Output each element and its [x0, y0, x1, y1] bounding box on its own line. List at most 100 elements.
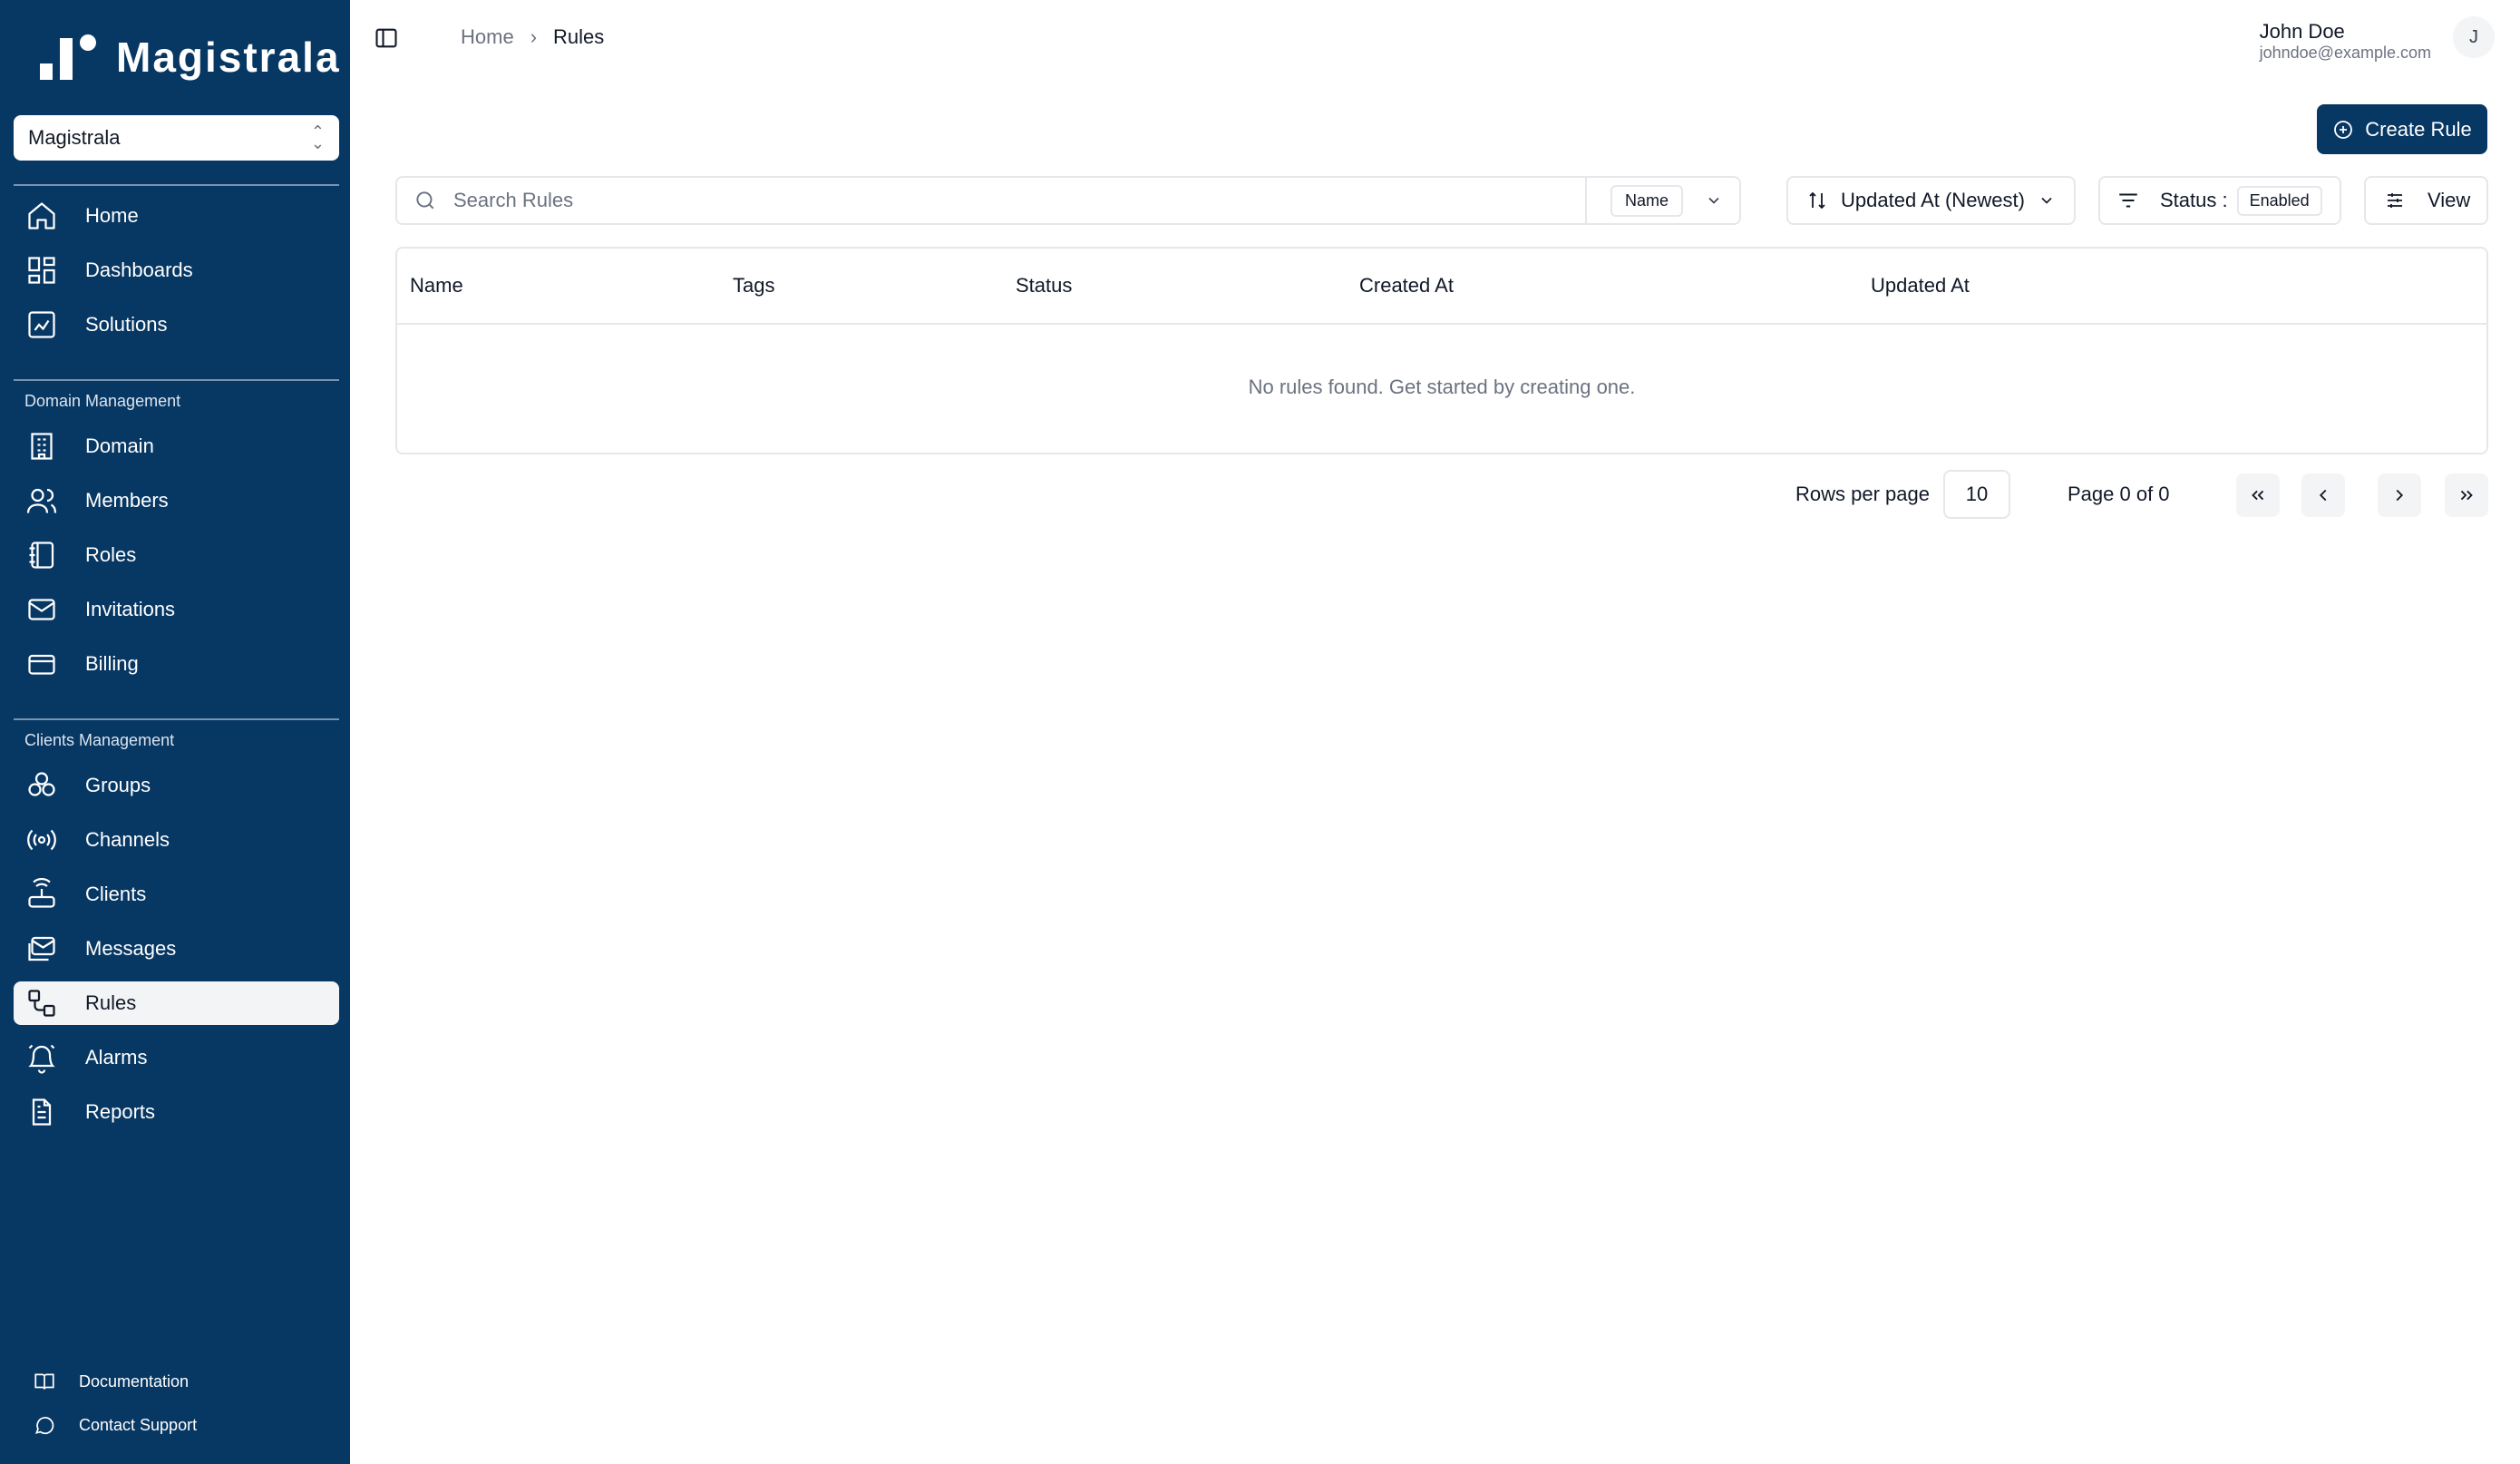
status-filter-button[interactable]: Status : Enabled — [2098, 176, 2341, 225]
search-input[interactable] — [453, 189, 1560, 212]
sidebar-item-roles[interactable]: Roles — [14, 533, 339, 577]
sidebar-item-label: Solutions — [85, 313, 168, 336]
sidebar-item-label: Members — [85, 489, 169, 512]
sidebar-item-home[interactable]: Home — [14, 194, 339, 238]
building-icon — [31, 433, 53, 460]
sidebar-item-reports[interactable]: Reports — [14, 1090, 339, 1134]
chat-icon — [34, 1417, 54, 1435]
users-icon — [26, 488, 57, 513]
roles-icon — [29, 542, 54, 569]
bell-icon — [28, 1044, 55, 1074]
breadcrumb-current: Rules — [553, 25, 605, 48]
sort-arrows-icon — [1809, 191, 1825, 210]
sidebar-item-label: Domain — [85, 434, 154, 457]
user-name: John Doe — [2259, 20, 2345, 43]
plus-circle-icon — [2334, 120, 2353, 139]
breadcrumb-separator: › — [530, 25, 538, 48]
column-header-tags: Tags — [733, 274, 775, 297]
sidebar: Magistrala Magistrala ⌃ ⌄ Home Dashboards… — [0, 0, 350, 1464]
search-icon — [416, 191, 434, 210]
sidebar-divider — [14, 718, 339, 720]
sort-label: Updated At (Newest) — [1841, 189, 2025, 211]
sidebar-item-label: Rules — [85, 991, 137, 1014]
domain-select[interactable]: Magistrala ⌃ ⌄ — [14, 115, 339, 161]
sidebar-item-messages[interactable]: Messages — [14, 927, 339, 971]
solutions-icon — [28, 311, 55, 338]
sliders-icon — [2388, 193, 2402, 208]
sidebar-item-label: Alarms — [85, 1046, 148, 1069]
last-page-button[interactable] — [2445, 473, 2488, 517]
app-logo[interactable]: Magistrala — [36, 33, 341, 82]
user-email: johndoe@example.com — [2259, 44, 2431, 62]
section-label-clients: Clients Management — [24, 731, 175, 749]
book-icon — [34, 1373, 54, 1390]
search-field-value: Name — [1610, 184, 1684, 217]
section-label-domain: Domain Management — [24, 392, 181, 410]
view-options-button[interactable]: View — [2364, 176, 2488, 225]
sidebar-item-groups[interactable]: Groups — [14, 764, 339, 807]
sidebar-item-invitations[interactable]: Invitations — [14, 588, 339, 631]
sidebar-divider — [14, 379, 339, 381]
credit-card-icon — [28, 654, 55, 675]
chevron-down-icon — [1708, 197, 1719, 204]
radio-icon — [27, 829, 56, 851]
sidebar-item-label: Invitations — [85, 598, 176, 620]
sidebar-item-label: Channels — [85, 828, 170, 851]
sidebar-item-rules[interactable]: Rules — [14, 981, 339, 1025]
contact-support-link[interactable]: Contact Support — [33, 1413, 197, 1437]
chevron-down-icon — [2041, 197, 2052, 204]
filter-icon — [2119, 193, 2137, 208]
sidebar-item-label: Billing — [85, 652, 139, 675]
first-page-button[interactable] — [2236, 473, 2280, 517]
messages-icon — [28, 936, 55, 961]
sidebar-item-solutions[interactable]: Solutions — [14, 303, 339, 346]
sort-button[interactable]: Updated At (Newest) — [1786, 176, 2076, 225]
panel-left-icon — [375, 28, 397, 48]
chevron-left-icon — [2319, 489, 2327, 502]
chevron-right-icon — [2396, 489, 2404, 502]
logo-text: Magistrala — [116, 34, 341, 81]
status-filter-label: Status : — [2160, 189, 2228, 211]
sidebar-item-clients[interactable]: Clients — [14, 873, 339, 916]
breadcrumb: Home › Rules — [461, 25, 604, 49]
sidebar-divider — [14, 184, 339, 186]
chevrons-up-down-icon: ⌃ ⌄ — [310, 122, 325, 152]
previous-page-button[interactable] — [2301, 473, 2345, 517]
router-icon — [28, 878, 55, 908]
rows-per-page-select[interactable]: 10 — [1943, 470, 2010, 519]
home-icon — [28, 202, 55, 229]
sidebar-item-label: Messages — [85, 937, 177, 960]
column-header-updated-at: Updated At — [1871, 274, 1970, 297]
sidebar-item-channels[interactable]: Channels — [14, 818, 339, 862]
search-field-select[interactable]: Name — [1585, 178, 1739, 223]
chevrons-left-icon — [2252, 490, 2264, 501]
sidebar-item-label: Dashboards — [85, 259, 193, 281]
sidebar-item-members[interactable]: Members — [14, 479, 339, 522]
rows-per-page-label: Rows per page — [1795, 483, 1930, 505]
footer-item-label: Contact Support — [79, 1415, 198, 1434]
create-rule-label: Create Rule — [2365, 117, 2472, 141]
avatar[interactable]: J — [2453, 16, 2495, 58]
sidebar-item-dashboards[interactable]: Dashboards — [14, 249, 339, 292]
column-header-status: Status — [1016, 274, 1073, 297]
column-header-name: Name — [410, 274, 463, 297]
sidebar-item-label: Groups — [85, 774, 151, 796]
create-rule-button[interactable]: Create Rule — [2317, 104, 2487, 154]
sidebar-toggle-button[interactable] — [374, 25, 399, 51]
view-label: View — [2428, 189, 2471, 211]
rules-table: Name Tags Status Created At Updated At N… — [395, 247, 2488, 454]
documentation-link[interactable]: Documentation — [33, 1370, 189, 1393]
sidebar-item-domain[interactable]: Domain — [14, 425, 339, 468]
domain-select-value: Magistrala — [28, 126, 121, 149]
sidebar-item-alarms[interactable]: Alarms — [14, 1036, 339, 1079]
sidebar-item-label: Roles — [85, 543, 137, 566]
mail-icon — [28, 599, 55, 620]
breadcrumb-home[interactable]: Home — [461, 25, 514, 49]
footer-item-label: Documentation — [79, 1371, 190, 1391]
workflow-icon — [28, 990, 55, 1017]
next-page-button[interactable] — [2378, 473, 2421, 517]
sidebar-item-label: Reports — [85, 1100, 156, 1123]
chevrons-right-icon — [2460, 490, 2473, 501]
groups-icon — [28, 772, 55, 796]
sidebar-item-billing[interactable]: Billing — [14, 642, 339, 686]
